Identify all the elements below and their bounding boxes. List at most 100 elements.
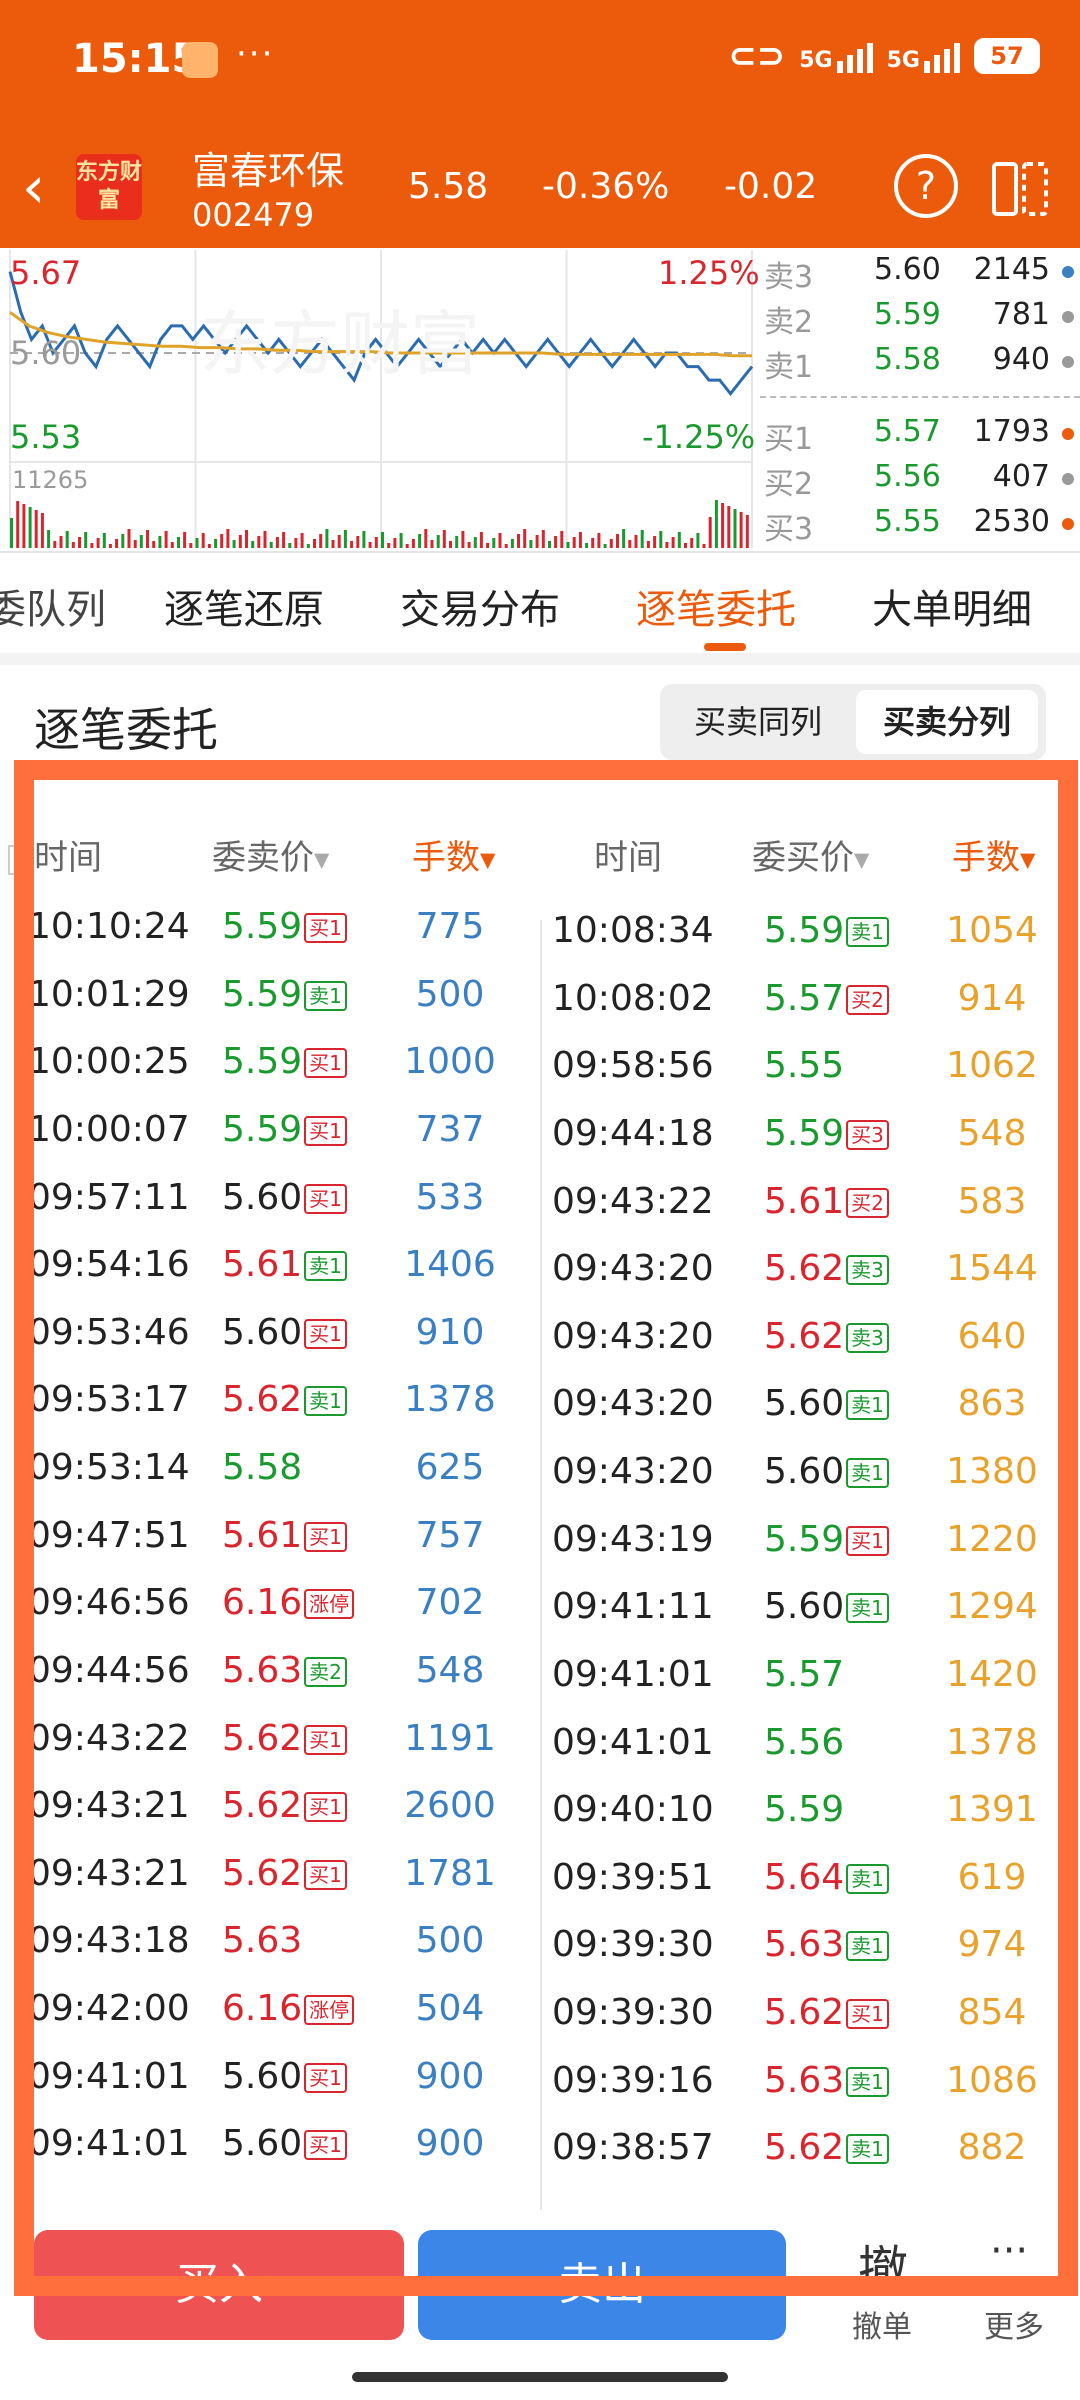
- volume-bar: [90, 543, 94, 548]
- volume-bar: [350, 541, 354, 548]
- volume-bar: [313, 539, 316, 548]
- home-indicator[interactable]: [352, 2372, 728, 2382]
- split-screen-icon[interactable]: [990, 154, 1052, 220]
- tab-trade-distribution[interactable]: 交易分布: [400, 577, 560, 635]
- table-row-right[interactable]: 09:58:56 5.55 1062: [0, 1045, 1080, 1105]
- order-time: 10:08:02: [552, 978, 714, 1019]
- order-time: 09:39:16: [552, 2060, 714, 2101]
- volume-bar: [331, 540, 335, 548]
- current-price: 5.58: [408, 166, 489, 207]
- sell-button[interactable]: 卖出: [418, 2230, 786, 2340]
- section-title: 逐笔委托: [34, 703, 218, 757]
- orderbook-buy-2[interactable]: 买2 5.56 407: [760, 457, 1080, 502]
- orderbook-sell-1[interactable]: 卖1 5.58 940: [760, 340, 1080, 385]
- volume-bar: [226, 529, 230, 548]
- order-time: 09:38:57: [552, 2127, 714, 2168]
- order-price: 5.62 买1: [764, 1992, 889, 2033]
- table-row-right[interactable]: 09:43:20 5.62 卖3 640: [0, 1316, 1080, 1376]
- table-row-right[interactable]: 09:43:20 5.62 卖3 1544: [0, 1248, 1080, 1308]
- order-volume: 1054: [946, 910, 1038, 951]
- table-row-right[interactable]: 09:39:16 5.63 卖1 1086: [0, 2060, 1080, 2120]
- order-volume: 640: [957, 1316, 1027, 1357]
- volume-bar: [684, 543, 687, 548]
- table-row-right[interactable]: 09:43:19 5.59 买1 1220: [0, 1519, 1080, 1579]
- order-volume: 1220: [946, 1519, 1038, 1560]
- back-arrow-icon[interactable]: ‹: [22, 158, 45, 216]
- order-volume: 1086: [946, 2060, 1038, 2101]
- volume-bar: [690, 538, 694, 548]
- table-row-right[interactable]: 09:43:22 5.61 买2 583: [0, 1181, 1080, 1241]
- more-notifications-icon: ···: [236, 34, 275, 74]
- cancel-order-label[interactable]: 撤单: [852, 2302, 912, 2346]
- cancel-order-icon[interactable]: 撤: [858, 2230, 908, 2302]
- order-time: 09:40:10: [552, 1789, 714, 1830]
- table-row-right[interactable]: 09:41:01 5.56 1378: [0, 1722, 1080, 1782]
- tab-tick-restore[interactable]: 逐笔还原: [164, 577, 324, 635]
- order-badge: 卖3: [846, 1323, 889, 1353]
- volume-bar: [245, 530, 248, 548]
- volume-bar: [362, 531, 366, 548]
- stock-name[interactable]: 富春环保: [192, 140, 344, 195]
- table-row-right[interactable]: 09:39:30 5.63 卖1 974: [0, 1924, 1080, 1984]
- order-volume: 1378: [946, 1722, 1038, 1763]
- toggle-split-column[interactable]: 买卖分列: [856, 690, 1038, 754]
- table-row-right[interactable]: 09:39:30 5.62 买1 854: [0, 1992, 1080, 2052]
- table-row-right[interactable]: 10:08:02 5.57 买2 914: [0, 978, 1080, 1038]
- help-icon[interactable]: ?: [894, 154, 958, 218]
- volume-bar: [492, 538, 496, 548]
- volume-bar: [677, 532, 681, 548]
- order-badge: 买1: [846, 1999, 889, 2029]
- header-time-right[interactable]: 时间: [594, 830, 662, 879]
- more-icon[interactable]: ···: [990, 2228, 1028, 2274]
- buy-button[interactable]: 买入: [34, 2230, 404, 2340]
- volume-bar: [665, 542, 669, 548]
- order-book: 卖3 5.60 2145 卖2 5.59 781 卖1 5.58 940 买1 …: [760, 248, 1080, 553]
- table-row-right[interactable]: 10:08:34 5.59 卖1 1054: [0, 910, 1080, 970]
- intraday-chart[interactable]: 5.67 5.60 5.53 1.25% -1.25% 11265 东方财富 卖…: [0, 248, 1080, 553]
- orderbook-buy-1[interactable]: 买1 5.57 1793: [760, 412, 1080, 457]
- orderbook-sell-2[interactable]: 卖2 5.59 781: [760, 295, 1080, 340]
- volume-bar: [257, 536, 261, 548]
- order-badge: 买1: [846, 1526, 889, 1556]
- volume-bar: [158, 536, 162, 548]
- volume-bar: [288, 543, 292, 548]
- tab-order-queue[interactable]: 委队列: [0, 577, 106, 635]
- tab-large-orders[interactable]: 大单明细: [872, 577, 1032, 635]
- volume-bar: [22, 504, 26, 548]
- table-row-right[interactable]: 09:39:51 5.64 卖1 619: [0, 1857, 1080, 1917]
- order-time: 09:43:20: [552, 1383, 714, 1424]
- table-row-right[interactable]: 09:41:01 5.57 1420: [0, 1654, 1080, 1714]
- more-label[interactable]: 更多: [984, 2302, 1044, 2346]
- tab-tick-orders[interactable]: 逐笔委托: [636, 577, 796, 635]
- table-row-right[interactable]: 09:40:10 5.59 1391: [0, 1789, 1080, 1849]
- header-time-left[interactable]: 时间: [8, 830, 102, 879]
- header-sell-price[interactable]: 委卖价▼: [212, 830, 329, 879]
- table-row-right[interactable]: 09:43:20 5.60 卖1 1380: [0, 1451, 1080, 1511]
- order-time: 09:43:20: [552, 1316, 714, 1357]
- volume-bar: [53, 541, 57, 548]
- layout-toggle: 买卖同列 买卖分列: [660, 684, 1046, 760]
- mid-price-label: 5.60: [10, 334, 82, 372]
- orderbook-buy-3[interactable]: 买3 5.55 2530: [760, 502, 1080, 547]
- table-row-right[interactable]: 09:43:20 5.60 卖1 863: [0, 1383, 1080, 1443]
- header-volume-right[interactable]: 手数▼: [952, 830, 1035, 879]
- volume-bar: [263, 531, 267, 548]
- toggle-same-column[interactable]: 买卖同列: [668, 690, 848, 754]
- table-row-right[interactable]: 09:41:11 5.60 卖1 1294: [0, 1586, 1080, 1646]
- sort-down-icon: ▼: [854, 847, 870, 872]
- volume-bar: [609, 539, 613, 548]
- header-volume-left[interactable]: 手数▼: [412, 830, 495, 879]
- volume-bar: [479, 532, 483, 548]
- volume-bar: [659, 531, 663, 548]
- volume-bar: [306, 544, 310, 548]
- sort-down-icon: ▼: [314, 847, 330, 872]
- table-row-right[interactable]: 09:38:57 5.62 卖1 882: [0, 2127, 1080, 2187]
- volume-bar: [739, 512, 743, 548]
- orderbook-sell-3[interactable]: 卖3 5.60 2145: [760, 250, 1080, 295]
- table-row-right[interactable]: 09:44:18 5.59 买3 548: [0, 1113, 1080, 1173]
- volume-bar: [170, 542, 174, 548]
- volume-bar: [121, 534, 125, 548]
- stock-header: ‹ 东方财富 富春环保 002479 5.58 -0.36% -0.02 ?: [0, 130, 1080, 248]
- order-badge: 卖1: [846, 1931, 889, 1961]
- header-buy-price[interactable]: 委买价▼: [752, 830, 869, 879]
